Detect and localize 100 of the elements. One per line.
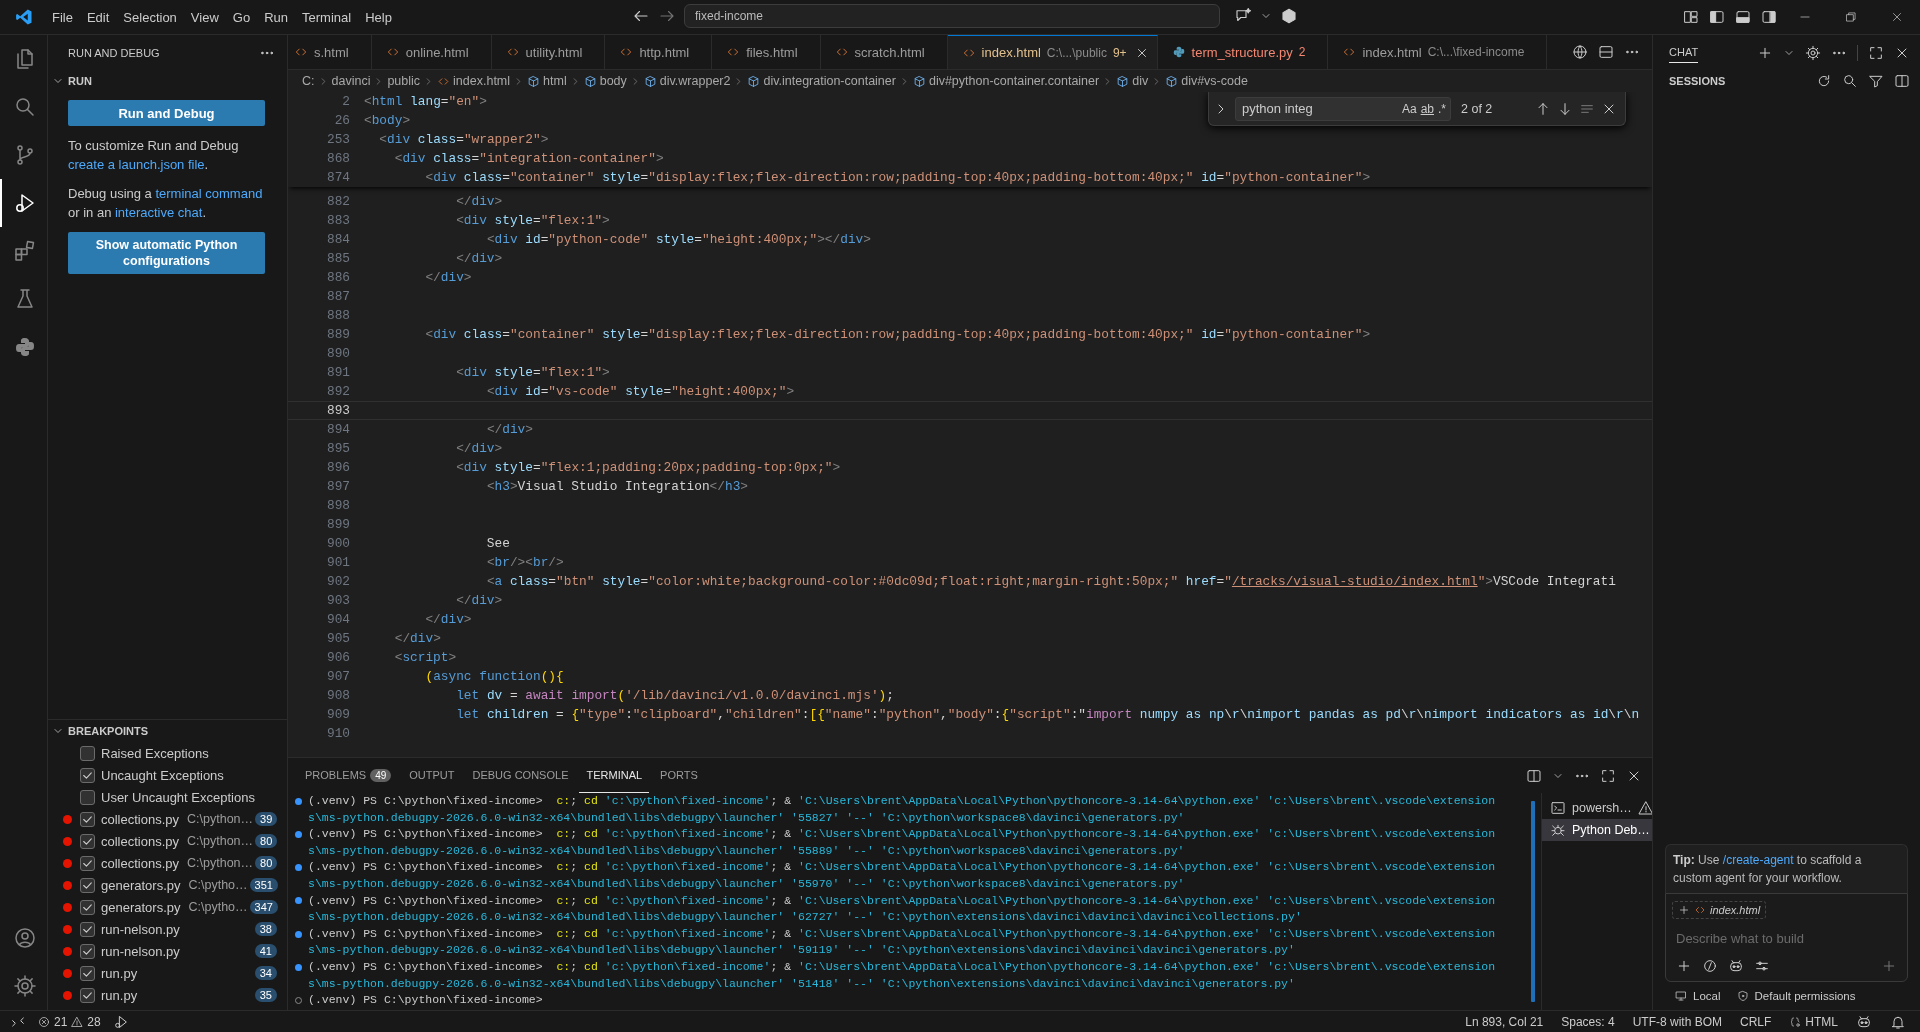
breadcrumb-item[interactable]: html <box>527 74 567 88</box>
menu-item[interactable]: View <box>183 6 226 28</box>
panel-tab[interactable]: DEBUG CONSOLE <box>465 758 576 793</box>
status-item[interactable]: UTF-8 with BOM <box>1632 1014 1722 1029</box>
breakpoint-label[interactable]: run.py <box>101 965 138 981</box>
checkbox[interactable] <box>80 789 95 805</box>
search-icon[interactable] <box>1842 73 1858 89</box>
breakpoint-dot[interactable] <box>62 880 72 890</box>
status-item[interactable]: Ln 893, Col 21 <box>1465 1014 1544 1029</box>
scrollbar-thumb[interactable] <box>1531 801 1535 1002</box>
maximize-icon[interactable] <box>1600 767 1616 784</box>
checkbox[interactable] <box>80 965 95 981</box>
panel-tab[interactable]: OUTPUT <box>402 758 462 793</box>
permissions-picker[interactable]: Default permissions <box>1736 990 1856 1002</box>
maximize-icon[interactable] <box>1868 44 1884 61</box>
run-and-debug-button[interactable]: Run and Debug <box>68 100 265 126</box>
terminal-instance[interactable]: Python Deb… <box>1542 819 1652 841</box>
breadcrumb-item[interactable]: C: <box>302 74 315 88</box>
checkbox[interactable] <box>80 899 95 915</box>
breadcrumb-item[interactable]: index.html <box>437 74 511 88</box>
split-editor-icon[interactable] <box>1598 44 1614 60</box>
breakpoint-dot[interactable] <box>62 836 72 846</box>
breakpoint-dot[interactable] <box>62 990 72 1000</box>
section-title[interactable]: RUN <box>68 75 92 87</box>
link[interactable]: create a launch.json file <box>68 157 205 172</box>
panel-tab[interactable]: PORTS <box>653 758 705 793</box>
attachment-chip[interactable]: index.html <box>1672 901 1767 919</box>
plus-icon[interactable] <box>1676 958 1692 974</box>
filter-icon[interactable] <box>1868 73 1884 89</box>
chat-input[interactable]: index.html Describe what to build <box>1665 893 1908 982</box>
breakpoint-dot[interactable] <box>62 968 72 978</box>
copilot-icon[interactable] <box>1856 1013 1872 1030</box>
checkbox[interactable] <box>80 877 95 893</box>
panel-toggle-icon[interactable] <box>1735 9 1751 25</box>
location-picker[interactable]: Local <box>1675 990 1721 1002</box>
link[interactable]: /create-agent <box>1722 853 1794 867</box>
refresh-icon[interactable] <box>1816 73 1832 89</box>
panel-tab[interactable]: PROBLEMS 49 <box>298 758 399 793</box>
problems-indicator[interactable]: 21 28 <box>38 1014 101 1029</box>
menu-item[interactable]: Run <box>257 6 295 28</box>
match-case-toggle[interactable]: Aa <box>1401 101 1417 116</box>
command-status-dot[interactable] <box>294 897 302 905</box>
split-terminal-icon[interactable] <box>1526 767 1542 784</box>
breakpoint-dot[interactable] <box>62 858 72 868</box>
editor-tab[interactable]: http.html <box>605 35 713 69</box>
breadcrumb-item[interactable]: div#vs-code <box>1165 74 1248 88</box>
checkbox[interactable] <box>80 745 95 761</box>
breakpoint-label[interactable]: generators.py <box>101 899 181 915</box>
globe-icon[interactable] <box>1572 44 1588 60</box>
breakpoint-label[interactable]: collections.py <box>101 811 180 827</box>
breakpoint-dot[interactable] <box>62 902 72 912</box>
secondary-sidebar-icon[interactable] <box>1761 9 1777 25</box>
menu-item[interactable]: Edit <box>79 6 117 28</box>
checkbox[interactable] <box>80 811 95 827</box>
checkbox[interactable] <box>80 987 95 1003</box>
python-configurations-button[interactable]: Show automatic Python configurations <box>68 232 265 274</box>
editor-tab[interactable]: term_structure.py 2 <box>1157 35 1329 69</box>
arrow-up-icon[interactable] <box>1535 100 1551 117</box>
section-title[interactable]: BREAKPOINTS <box>68 725 149 737</box>
breakpoint-label[interactable]: run-nelson.py <box>101 943 180 959</box>
command-center[interactable]: fixed-income <box>684 4 1220 28</box>
breadcrumb-item[interactable]: div.wrapper2 <box>643 74 731 88</box>
breakpoint-label[interactable]: Raised Exceptions <box>101 745 209 761</box>
editor-tab[interactable]: online.html <box>371 35 492 69</box>
checkbox[interactable] <box>80 833 95 849</box>
breadcrumb-item[interactable]: div.integration-container <box>747 74 896 88</box>
regex-toggle[interactable]: .* <box>1438 101 1446 116</box>
breadcrumb-item[interactable]: davinci <box>331 74 371 88</box>
side-panel-icon[interactable] <box>1894 73 1910 89</box>
breakpoint-label[interactable]: Uncaught Exceptions <box>101 767 224 783</box>
layout-icon[interactable] <box>1683 9 1699 25</box>
status-item[interactable]: CRLF <box>1740 1014 1772 1029</box>
checkbox[interactable] <box>80 855 95 871</box>
checkbox[interactable] <box>80 943 95 959</box>
breakpoint-label[interactable]: run.py <box>101 987 138 1003</box>
breakpoint-label[interactable]: User Uncaught Exceptions <box>101 789 255 805</box>
robot-icon[interactable] <box>1728 958 1744 974</box>
command-status-dot[interactable] <box>294 797 302 805</box>
checkbox[interactable] <box>80 921 95 937</box>
command-status-dot[interactable] <box>294 831 302 838</box>
language-mode[interactable]: HTML <box>1789 1014 1838 1029</box>
editor-tab[interactable]: scratch.html <box>820 35 948 69</box>
breakpoint-dot[interactable] <box>62 946 72 956</box>
breakpoint-label[interactable]: collections.py <box>101 855 180 871</box>
settings-icon[interactable] <box>1805 44 1821 61</box>
whole-word-toggle[interactable]: ab <box>1420 101 1434 116</box>
editor-tab[interactable]: index.html C:\...\fixed-income <box>1328 35 1548 69</box>
menu-item[interactable]: Go <box>225 6 258 28</box>
breakpoint-label[interactable]: run-nelson.py <box>101 921 180 937</box>
menu-item[interactable]: Terminal <box>295 6 359 28</box>
editor-tab[interactable]: utility.html <box>491 35 606 69</box>
breakpoint-label[interactable]: generators.py <box>101 877 181 893</box>
panel-tab[interactable]: TERMINAL <box>579 758 650 793</box>
hexagon-icon[interactable] <box>1280 7 1298 25</box>
command-status-dot[interactable] <box>294 930 302 938</box>
breadcrumb-item[interactable]: div#python-container.container <box>912 74 1100 88</box>
editor-tab[interactable]: files.html <box>712 35 821 69</box>
breadcrumb-item[interactable]: public <box>387 74 421 88</box>
link[interactable]: terminal command <box>155 186 263 201</box>
menu-item[interactable]: File <box>45 6 80 28</box>
